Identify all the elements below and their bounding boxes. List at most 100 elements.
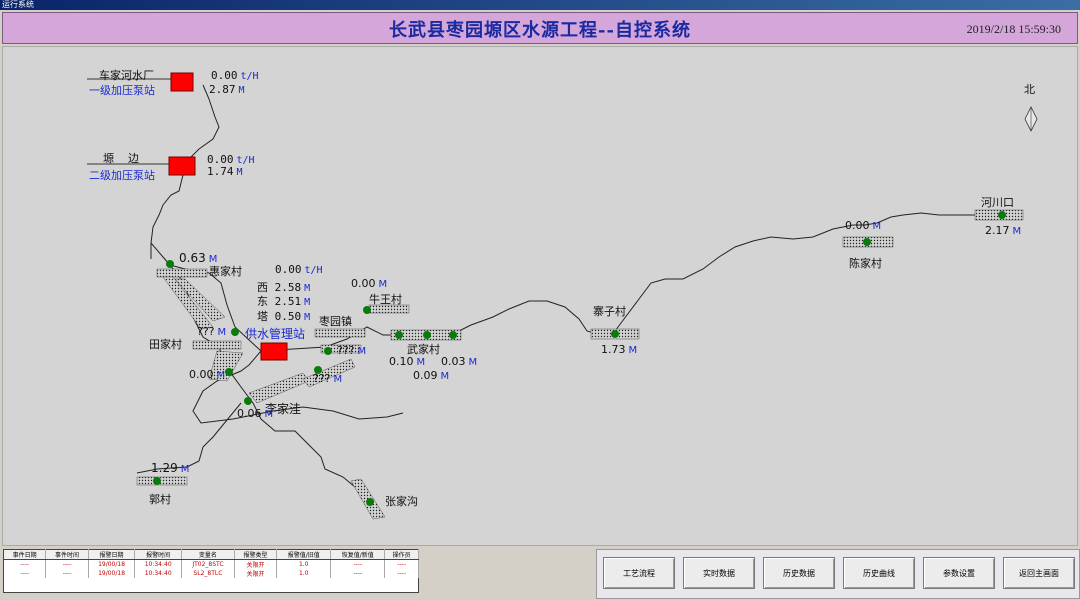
village-name-huijia: 惠家村 [209,265,242,278]
station-name-chejia: 车家河水厂 [99,69,154,82]
value-zhaizi: 1.73 M [601,343,638,356]
village-name-niuwang: 牛王村 [369,293,402,306]
flow-chejia: 0.00 t/H [211,69,259,82]
compass-icon [1024,106,1038,132]
village-name-hechuankou: 河川口 [981,196,1014,209]
pump-gongshui[interactable] [260,342,288,361]
col-header: 变量名 [181,549,235,560]
node-zhangjiagou[interactable] [366,498,374,506]
table-cell: 1.0 [276,569,332,578]
col-header: 事件日期 [3,549,47,560]
alarm-table: 事件日期 事件时间 报警日期 报警时间 变量名 报警类型 报警值/旧值 恢复值/… [3,549,419,593]
value-chenjia: 0.00 M [845,219,882,232]
page-title: 长武县枣园塬区水源工程--自控系统 [389,20,691,41]
village-name-zaoyuan: 枣园镇 [319,315,352,328]
hatch-zaoyuan [314,328,366,338]
node-zhaizi[interactable] [611,330,619,338]
table-cell: ---- [330,569,386,578]
parameter-settings-button[interactable]: 参数设置 [923,557,995,589]
process-flow-button[interactable]: 工艺流程 [603,557,675,589]
node-zaoyuan[interactable] [324,347,332,355]
history-data-button[interactable]: 历史数据 [763,557,835,589]
pipeline-map: 北 车家河水厂 一级加压泵站 0.00 t/H 2.87 M 塬 边 二级加压泵站 … [2,46,1078,546]
hatch-lijiawa [248,372,310,404]
table-cell: ---- [3,559,47,569]
table-cell: ---- [45,559,89,569]
value-guocun: 1.29 M [151,461,190,475]
value-wujia-a: 0.10 M [389,355,426,368]
value2-zaoyuan: ??? M [313,372,343,385]
node-tianjia[interactable] [231,328,239,336]
value-lijiawa: 0.06 M [237,407,274,420]
station-name-gongshui: 供水管理站 [245,327,306,341]
col-header: 恢复值/新值 [330,549,386,560]
level-chejia: 2.87 M [209,83,245,96]
table-cell: 1.0 [276,559,332,569]
table-cell: SL2_8TLC [181,569,235,578]
node-huijia[interactable] [166,260,174,268]
table-cell: ---- [330,559,386,569]
value-niuwang: 0.00 M [351,277,388,290]
header-bar: 长武县枣园塬区水源工程--自控系统 2019/2/18 15:59:30 [2,12,1078,44]
village-name-tianjia: 田家村 [149,338,182,351]
pump-yuanbian[interactable] [168,156,196,176]
node-niuwang[interactable] [363,306,371,314]
node-wujia-c[interactable] [449,331,457,339]
node-lijiawa[interactable] [244,397,252,405]
village-name-guocun: 郭村 [149,493,171,506]
value-wujia-b: 0.09 M [413,369,450,382]
col-header: 报警日期 [88,549,136,560]
table-cell: ---- [3,569,47,578]
return-main-button[interactable]: 返回主画面 [1003,557,1075,589]
level-yuanbian: 1.74 M [207,165,243,178]
node-hechuankou[interactable] [998,211,1006,219]
table-cell: 10:34:40 [134,559,182,569]
hatch-guocun [136,476,188,486]
station-name-yuanbian: 塬 边 [103,152,139,165]
node-tianjia-2[interactable] [225,368,233,376]
table-cell: 关限开 [234,559,278,569]
table-row[interactable]: ---- ---- 19/00/18 10:34:40 JT02_8STC 关限… [3,559,419,569]
village-name-chenjia: 陈家村 [849,257,882,270]
col-header: 事件时间 [45,549,89,560]
hatch-huijia [156,268,208,278]
station-subtitle-chejia: 一级加压泵站 [89,84,155,97]
col-header: 报警值/旧值 [276,549,332,560]
table-cell: 19/00/18 [88,559,136,569]
node-guocun[interactable] [153,477,161,485]
col-header: 报警类型 [234,549,278,560]
value-zaoyuan: ??? M [337,344,367,357]
col-header: 操作员 [384,549,419,560]
village-name-zhangjiagou: 张家沟 [385,495,418,508]
east-level: 东 2.51 M [257,295,311,308]
value-hechuankou: 2.17 M [985,224,1022,237]
table-cell: ---- [45,569,89,578]
table-cell: ---- [384,569,419,578]
table-row[interactable]: ---- ---- 19/00/18 10:34:40 SL2_8TLC 关限开… [3,569,419,578]
station-subtitle-yuanbian: 二级加压泵站 [89,169,155,182]
col-header: 报警时间 [134,549,182,560]
table-cell: ---- [384,559,419,569]
hatch-tianjia [192,340,242,350]
realtime-data-button[interactable]: 实时数据 [683,557,755,589]
compass-label: 北 [1024,83,1035,96]
bottom-panel: 事件日期 事件时间 报警日期 报警时间 变量名 报警类型 报警值/旧值 恢复值/… [0,548,1080,600]
pump-chejia[interactable] [170,72,194,92]
node-chenjia[interactable] [863,238,871,246]
value-wujia-c: 0.03 M [441,355,478,368]
table-cell: JT02_8STC [181,559,235,569]
table-cell: 19/00/18 [88,569,136,578]
table-cell: 关限开 [234,569,278,578]
os-titlebar: 运行系统 [0,0,1080,10]
history-curve-button[interactable]: 历史曲线 [843,557,915,589]
tower-level: 塔 0.50 M [257,310,311,323]
village-name-zhaizi: 寨子村 [593,305,626,318]
value2-lijiawa: 0.00 M [189,368,226,381]
alarm-table-header: 事件日期 事件时间 报警日期 报警时间 变量名 报警类型 报警值/旧值 恢复值/… [3,549,419,560]
table-cell: 10:34:40 [134,569,182,578]
datetime-display: 2019/2/18 15:59:30 [966,22,1061,36]
value-tianjia: ??? M [197,325,227,338]
flow-gongshui: 0.00 t/H [275,263,323,276]
node-wujia-b[interactable] [423,331,431,339]
node-wujia-a[interactable] [395,331,403,339]
